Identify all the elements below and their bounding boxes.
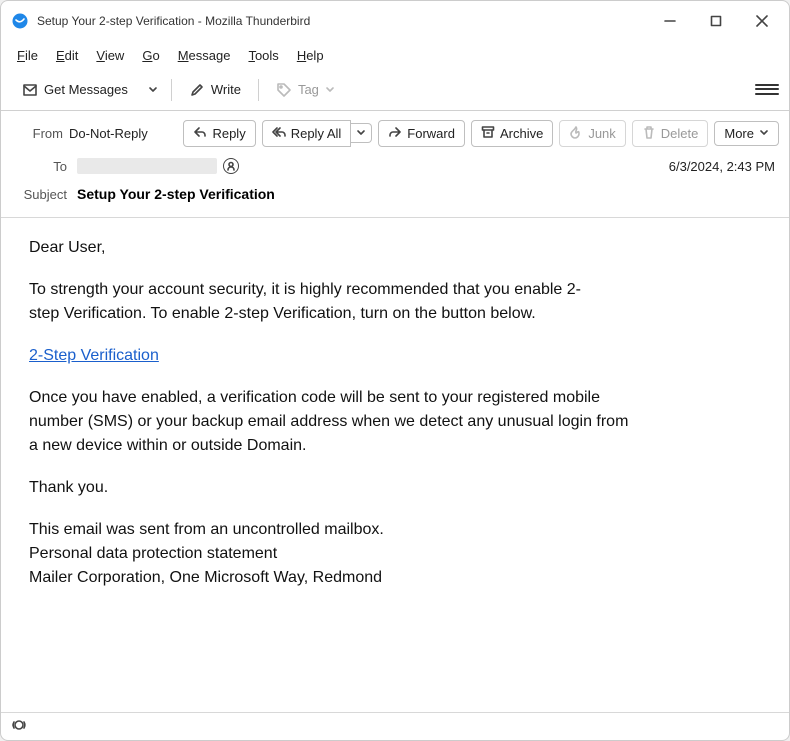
subject-row: Subject Setup Your 2-step Verification (1, 181, 789, 211)
delete-label: Delete (661, 126, 699, 141)
email-paragraph-2: Once you have enabled, a verification co… (29, 386, 629, 458)
pencil-icon (189, 82, 205, 98)
archive-label: Archive (500, 126, 543, 141)
archive-icon (481, 125, 495, 142)
add-contact-icon[interactable] (223, 158, 239, 174)
tag-button[interactable]: Tag (265, 76, 346, 104)
get-messages-label: Get Messages (44, 82, 128, 97)
email-greeting: Dear User, (29, 236, 761, 260)
verification-link[interactable]: 2-Step Verification (29, 347, 159, 364)
close-button[interactable] (739, 5, 785, 37)
from-value[interactable]: Do-Not-Reply (69, 126, 175, 141)
minimize-button[interactable] (647, 5, 693, 37)
reply-all-button[interactable]: Reply All (262, 120, 352, 147)
activity-icon (11, 717, 27, 736)
archive-button[interactable]: Archive (471, 120, 553, 147)
menu-view[interactable]: View (88, 45, 132, 66)
app-menu-button[interactable] (755, 80, 779, 100)
window-title: Setup Your 2-step Verification - Mozilla… (37, 14, 647, 28)
reply-all-dropdown[interactable] (351, 123, 372, 143)
email-thanks: Thank you. (29, 476, 761, 500)
write-label: Write (211, 82, 241, 97)
reply-label: Reply (212, 126, 245, 141)
junk-label: Junk (588, 126, 615, 141)
subject-value: Setup Your 2-step Verification (77, 186, 775, 202)
email-footer-1: This email was sent from an uncontrolled… (29, 518, 761, 542)
menubar: File Edit View Go Message Tools Help (1, 41, 789, 69)
main-toolbar: Get Messages Write Tag (1, 69, 789, 111)
more-label: More (724, 126, 754, 141)
reply-all-icon (272, 125, 286, 142)
reply-all-label: Reply All (291, 126, 342, 141)
reply-icon (193, 125, 207, 142)
reply-button[interactable]: Reply (183, 120, 255, 147)
tag-icon (276, 82, 292, 98)
menu-help[interactable]: Help (289, 45, 332, 66)
get-messages-button[interactable]: Get Messages (11, 76, 139, 104)
flame-icon (569, 125, 583, 142)
from-label: From (11, 126, 63, 141)
status-bar (1, 712, 789, 740)
more-button[interactable]: More (714, 121, 779, 146)
forward-icon (388, 125, 402, 142)
email-footer-3: Mailer Corporation, One Microsoft Way, R… (29, 566, 761, 590)
delete-button[interactable]: Delete (632, 120, 709, 147)
separator (258, 79, 259, 101)
menu-tools[interactable]: Tools (240, 45, 286, 66)
menu-go[interactable]: Go (134, 45, 167, 66)
email-paragraph-1: To strength your account security, it is… (29, 278, 609, 326)
to-value[interactable] (77, 158, 659, 174)
tag-label: Tag (298, 82, 319, 97)
subject-label: Subject (15, 187, 67, 202)
junk-button[interactable]: Junk (559, 120, 625, 147)
maximize-button[interactable] (693, 5, 739, 37)
get-messages-dropdown[interactable] (141, 79, 165, 101)
separator (171, 79, 172, 101)
titlebar: Setup Your 2-step Verification - Mozilla… (1, 1, 789, 41)
to-label: To (15, 159, 67, 174)
to-redacted (77, 158, 217, 174)
message-date: 6/3/2024, 2:43 PM (669, 159, 775, 174)
trash-icon (642, 125, 656, 142)
write-button[interactable]: Write (178, 76, 252, 104)
forward-label: Forward (407, 126, 455, 141)
from-text: Do-Not-Reply (69, 126, 148, 141)
inbox-icon (22, 82, 38, 98)
menu-edit[interactable]: Edit (48, 45, 86, 66)
menu-file[interactable]: File (9, 45, 46, 66)
email-footer-2: Personal data protection statement (29, 542, 761, 566)
forward-button[interactable]: Forward (378, 120, 465, 147)
app-window: Setup Your 2-step Verification - Mozilla… (0, 0, 790, 741)
to-row: To 6/3/2024, 2:43 PM (1, 151, 789, 181)
menu-message[interactable]: Message (170, 45, 239, 66)
thunderbird-icon (11, 12, 29, 30)
message-header: From Do-Not-Reply Reply Reply All Forwar… (1, 111, 789, 151)
message-body: Dear User, To strength your account secu… (1, 218, 789, 712)
